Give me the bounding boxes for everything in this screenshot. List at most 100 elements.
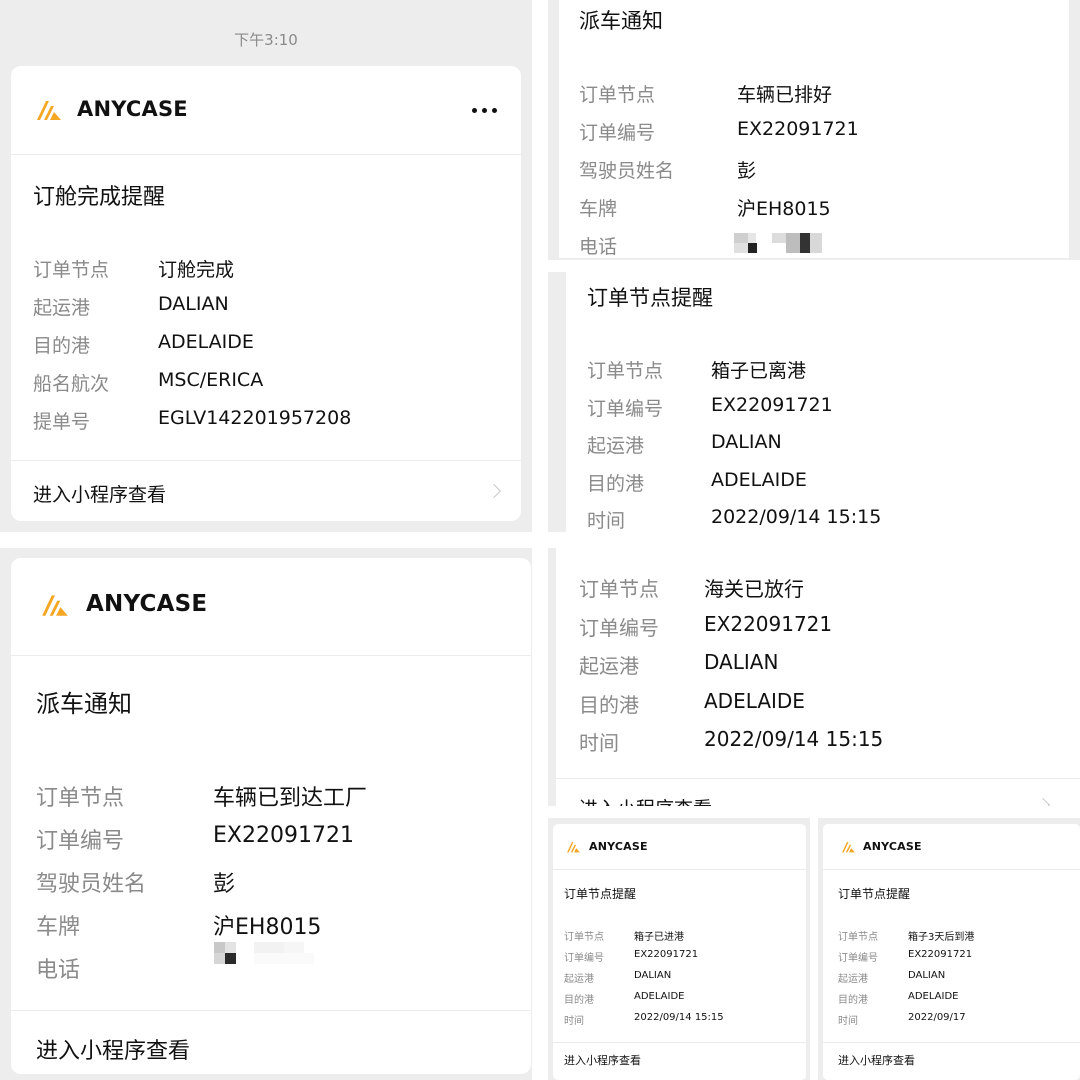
chevron-right-icon — [486, 483, 502, 499]
field-label: 订单节点 — [33, 259, 110, 281]
panel-container-departed: 订单节点提醒 订单节点 箱子已离港 订单编号 EX22091721 起运港 DALIAN 目… — [548, 272, 1080, 532]
brand-name: ANYCASE — [863, 840, 922, 853]
field-label: 驾驶员姓名 — [36, 872, 147, 897]
field-value: EX22091721 — [737, 118, 859, 140]
field-label: 提单号 — [33, 411, 91, 433]
anycase-logo-icon — [42, 595, 68, 616]
field-label: 目的港 — [579, 692, 639, 717]
open-mini-program-link[interactable]: 进入小程序查看 — [564, 1052, 641, 1068]
field-value: EX22091721 — [213, 823, 354, 848]
chevron-right-icon — [1035, 797, 1051, 806]
panel-container-arriving: ANYCASE 订单节点提醒 进入小程序查看 订单节点 箱子3天后到港订单编号 EX… — [818, 818, 1080, 1080]
field-value: 沪EH8015 — [213, 915, 322, 940]
field-value: DALIAN — [711, 431, 782, 453]
field-label: 时间 — [564, 1016, 584, 1027]
field-label: 订单编号 — [36, 829, 125, 854]
panel-container-in-port: ANYCASE 订单节点提醒 进入小程序查看 订单节点 箱子已进港 订单编号 EX22… — [548, 818, 810, 1080]
field-label: 时间 — [579, 731, 619, 755]
message-card-customs-cleared[interactable]: 进入小程序查看 订单节点 海关已放行订单编号 EX22091721 起运港 DALIAN… — [556, 548, 1080, 806]
brand-name: ANYCASE — [86, 591, 208, 617]
field-label: 订单节点 — [579, 577, 659, 601]
field-label: 船名航次 — [33, 373, 110, 395]
brand-name: ANYCASE — [77, 97, 188, 121]
field-value: 海关已放行 — [704, 577, 804, 601]
field-value: 沪EH8015 — [737, 198, 831, 220]
open-mini-program-link[interactable]: 进入小程序查看 — [838, 1052, 915, 1068]
panel-booking-complete: 下午3:10 ANYCASE 订舱完成提醒 进入小程序查看 订单节点 订舱完成起运… — [0, 0, 532, 532]
field-value: ADELAIDE — [634, 991, 685, 1002]
field-label: 目的港 — [33, 335, 91, 357]
field-value: 彭 — [213, 872, 236, 897]
field-value: EX22091721 — [704, 611, 833, 636]
status-bar-time: 下午3:10 — [234, 31, 298, 49]
field-label: 起运港 — [33, 297, 91, 319]
field-value: 车辆已排好 — [737, 84, 833, 106]
panel-dispatch-scheduled: 派车通知 订单节点 车辆已排好 订单编号 EX22091721 驾驶员姓名 彭车牌 沪EH8… — [548, 0, 1080, 260]
field-label: 时间 — [838, 1016, 858, 1027]
field-label: 订单节点 — [579, 84, 656, 106]
field-label: 电话 — [36, 958, 81, 983]
message-card-container-departed[interactable]: 订单节点提醒 订单节点 箱子已离港 订单编号 EX22091721 起运港 DALIAN 目… — [566, 272, 1080, 532]
field-label: 订单编号 — [838, 953, 878, 964]
field-label: 起运港 — [579, 654, 639, 678]
panel-dispatch-arrived: ANYCASE 派车通知 进入小程序查看 订单节点 车辆已到达工厂订单编号 EX22… — [0, 548, 532, 1080]
field-value: 2022/09/14 15:15 — [711, 506, 882, 528]
field-value: 订舱完成 — [158, 259, 235, 281]
card-title: 派车通知 — [579, 9, 663, 33]
brand-name: ANYCASE — [589, 840, 648, 853]
field-value: 2022/09/14 15:15 — [704, 727, 884, 751]
redacted-phone — [214, 942, 334, 964]
field-label: 车牌 — [579, 198, 618, 220]
message-card-dispatch-arrived[interactable]: ANYCASE 派车通知 进入小程序查看 订单节点 车辆已到达工厂订单编号 EX22… — [11, 558, 531, 1074]
field-value: ADELAIDE — [704, 688, 805, 713]
field-value: EX22091721 — [908, 949, 973, 960]
field-value: EX22091721 — [711, 393, 833, 416]
field-value: ADELAIDE — [711, 468, 807, 491]
panel-customs-cleared: 进入小程序查看 订单节点 海关已放行订单编号 EX22091721 起运港 DALIAN… — [548, 548, 1080, 806]
field-label: 电话 — [579, 236, 618, 258]
field-label: 目的港 — [838, 995, 868, 1006]
card-title: 派车通知 — [36, 690, 132, 718]
field-value: MSC/ERICA — [158, 369, 264, 391]
field-value: ADELAIDE — [908, 991, 959, 1002]
message-card-dispatch-scheduled[interactable]: 派车通知 订单节点 车辆已排好 订单编号 EX22091721 驾驶员姓名 彭车牌 沪EH8… — [559, 0, 1069, 258]
field-label: 目的港 — [564, 995, 594, 1006]
field-label: 车牌 — [36, 915, 81, 940]
message-card-container-arriving[interactable]: ANYCASE 订单节点提醒 进入小程序查看 订单节点 箱子3天后到港订单编号 EX… — [823, 824, 1080, 1080]
field-value: 2022/09/17 — [908, 1012, 966, 1023]
card-title: 订单节点提醒 — [564, 887, 637, 901]
field-label: 订单编号 — [579, 615, 659, 640]
field-label: 起运港 — [838, 974, 868, 985]
redacted-phone — [734, 233, 834, 253]
field-value: 箱子3天后到港 — [908, 932, 975, 943]
field-label: 驾驶员姓名 — [579, 160, 675, 182]
field-value: DALIAN — [634, 970, 672, 981]
message-card-booking[interactable]: ANYCASE 订舱完成提醒 进入小程序查看 订单节点 订舱完成 起运港 DALIAN… — [11, 66, 521, 521]
field-label: 起运港 — [587, 435, 645, 457]
field-value: 2022/09/14 15:15 — [634, 1012, 724, 1023]
field-label: 订单编号 — [587, 397, 664, 420]
field-value: ADELAIDE — [158, 331, 254, 353]
card-title: 订舱完成提醒 — [33, 185, 166, 210]
field-label: 订单节点 — [587, 360, 664, 382]
field-value: EX22091721 — [634, 949, 699, 960]
field-value: EGLV142201957208 — [158, 407, 352, 429]
field-value: 彭 — [737, 160, 757, 182]
anycase-logo-icon — [37, 101, 61, 120]
message-card-container-in-port[interactable]: ANYCASE 订单节点提醒 进入小程序查看 订单节点 箱子已进港 订单编号 EX22… — [553, 824, 806, 1080]
anycase-logo-icon — [567, 842, 580, 853]
more-dots-icon[interactable] — [472, 108, 497, 113]
field-value: 车辆已到达工厂 — [213, 786, 368, 811]
field-value: 箱子已离港 — [711, 360, 807, 382]
field-label: 订单节点 — [838, 932, 878, 943]
card-title: 订单节点提醒 — [838, 887, 911, 901]
open-mini-program-link[interactable]: 进入小程序查看 — [579, 794, 712, 806]
field-label: 时间 — [587, 510, 626, 532]
anycase-logo-icon — [842, 842, 855, 853]
field-label: 订单节点 — [36, 786, 125, 811]
field-value: DALIAN — [908, 970, 946, 981]
open-mini-program-link[interactable]: 进入小程序查看 — [33, 480, 166, 507]
open-mini-program-link[interactable]: 进入小程序查看 — [36, 1033, 190, 1065]
field-label: 订单节点 — [564, 932, 604, 943]
field-label: 目的港 — [587, 472, 645, 495]
